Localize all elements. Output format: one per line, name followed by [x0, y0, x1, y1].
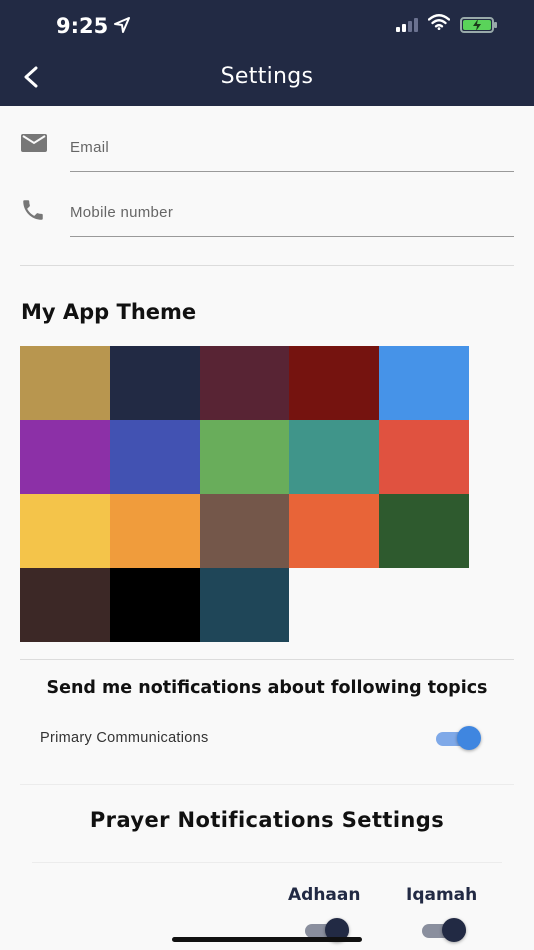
theme-color-swatch[interactable] [199, 568, 290, 642]
divider [20, 659, 514, 660]
theme-color-swatch[interactable] [289, 346, 380, 420]
divider [32, 862, 502, 863]
theme-color-swatch[interactable] [109, 420, 200, 494]
theme-color-swatch[interactable] [289, 494, 380, 568]
toggle-knob [442, 918, 466, 942]
theme-color-swatch[interactable] [199, 494, 290, 568]
iqamah-column-label: Iqamah [406, 885, 478, 905]
status-icons [396, 14, 497, 35]
divider [20, 784, 514, 785]
adhaan-column-label: Adhaan [288, 885, 361, 905]
theme-color-swatch[interactable] [20, 420, 110, 494]
signal-icon [396, 17, 418, 32]
primary-communications-toggle[interactable] [436, 726, 484, 750]
primary-communications-label: Primary Communications [40, 730, 209, 746]
status-time: 9:25 [56, 14, 131, 38]
location-arrow-icon [114, 14, 131, 38]
toggle-knob [457, 726, 481, 750]
theme-color-swatch[interactable] [20, 494, 110, 568]
theme-color-swatch[interactable] [109, 494, 200, 568]
wifi-icon [427, 14, 451, 35]
theme-color-swatch[interactable] [20, 568, 110, 642]
theme-color-swatch[interactable] [109, 346, 200, 420]
iqamah-toggle[interactable] [422, 918, 470, 942]
home-indicator [172, 937, 362, 942]
theme-color-swatch[interactable] [109, 568, 200, 642]
email-row [20, 124, 514, 174]
app-header: 9:25 Settings [0, 0, 534, 106]
phone-icon [20, 197, 50, 223]
theme-color-swatch[interactable] [379, 420, 469, 494]
theme-color-swatch[interactable] [379, 346, 469, 420]
theme-color-swatch[interactable] [20, 346, 110, 420]
theme-title: My App Theme [21, 300, 197, 324]
theme-color-swatch[interactable] [379, 494, 469, 568]
mail-icon [20, 132, 50, 158]
theme-color-swatch[interactable] [289, 420, 380, 494]
mobile-number-field[interactable] [70, 189, 514, 237]
divider [20, 265, 514, 266]
mobile-row [20, 189, 514, 239]
theme-color-swatch[interactable] [199, 346, 290, 420]
notifications-title: Send me notifications about following to… [46, 678, 488, 698]
theme-color-grid [20, 346, 469, 642]
page-title: Settings [220, 64, 314, 89]
status-time-text: 9:25 [56, 14, 109, 38]
theme-color-swatch[interactable] [199, 420, 290, 494]
prayer-settings-title: Prayer Notifications Settings [89, 808, 445, 832]
email-field[interactable] [70, 124, 514, 172]
battery-charging-icon [460, 16, 497, 33]
